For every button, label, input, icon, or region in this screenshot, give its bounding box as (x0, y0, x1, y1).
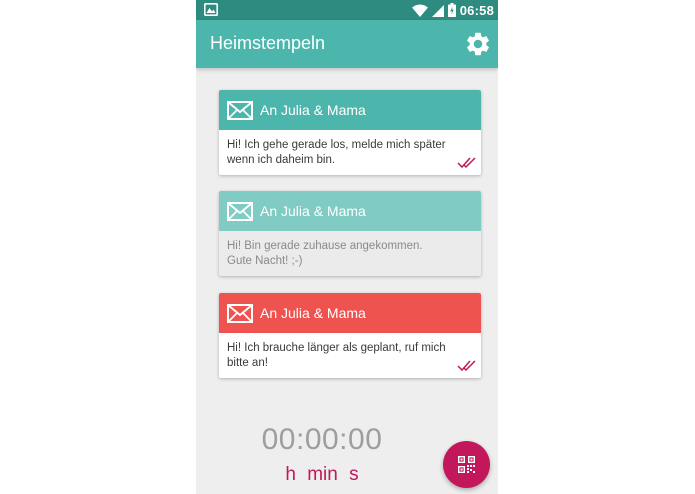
app-bar: Heimstempeln (196, 20, 498, 68)
message-recipient: An Julia & Mama (260, 203, 366, 219)
status-time: 06:58 (459, 2, 494, 18)
status-indicators: 06:58 (411, 2, 494, 18)
message-card-header: An Julia & Mama (219, 191, 481, 231)
qr-scan-button[interactable] (443, 441, 490, 488)
phone-screen: 06:58 Heimstempeln An Julia & Mama Hi! I… (196, 0, 498, 494)
message-text: Hi! Ich brauche länger als geplant, ruf … (227, 342, 446, 369)
timer-unit-seconds: s (349, 464, 359, 485)
double-check-icon (457, 360, 476, 372)
mail-icon (227, 202, 253, 221)
status-bar: 06:58 (196, 0, 498, 20)
timer-unit-minutes: min (307, 464, 338, 485)
qr-code-icon (458, 456, 475, 473)
message-card[interactable]: An Julia & Mama Hi! Ich brauche länger a… (219, 293, 481, 378)
gallery-notification-icon (204, 3, 218, 16)
timer-units: h min s (196, 464, 448, 486)
message-card[interactable]: An Julia & Mama Hi! Bin gerade zuhause a… (219, 191, 481, 276)
message-recipient: An Julia & Mama (260, 305, 366, 321)
message-recipient: An Julia & Mama (260, 102, 366, 118)
double-check-icon (457, 157, 476, 169)
mail-icon (227, 304, 253, 323)
signal-icon (431, 4, 444, 17)
gear-icon[interactable] (464, 30, 492, 58)
app-title: Heimstempeln (210, 33, 326, 53)
message-card-header: An Julia & Mama (219, 293, 481, 333)
message-text: Hi! Ich gehe gerade los, melde mich spät… (227, 139, 446, 166)
battery-icon (447, 3, 456, 17)
mail-icon (227, 101, 253, 120)
message-card-header: An Julia & Mama (219, 90, 481, 130)
wifi-icon (411, 4, 428, 17)
message-text: Hi! Bin gerade zuhause angekommen. Gute … (227, 240, 423, 267)
message-card[interactable]: An Julia & Mama Hi! Ich gehe gerade los,… (219, 90, 481, 175)
timer-display: 00:00:00 (261, 423, 383, 456)
timer-unit-hours: h (285, 464, 296, 485)
